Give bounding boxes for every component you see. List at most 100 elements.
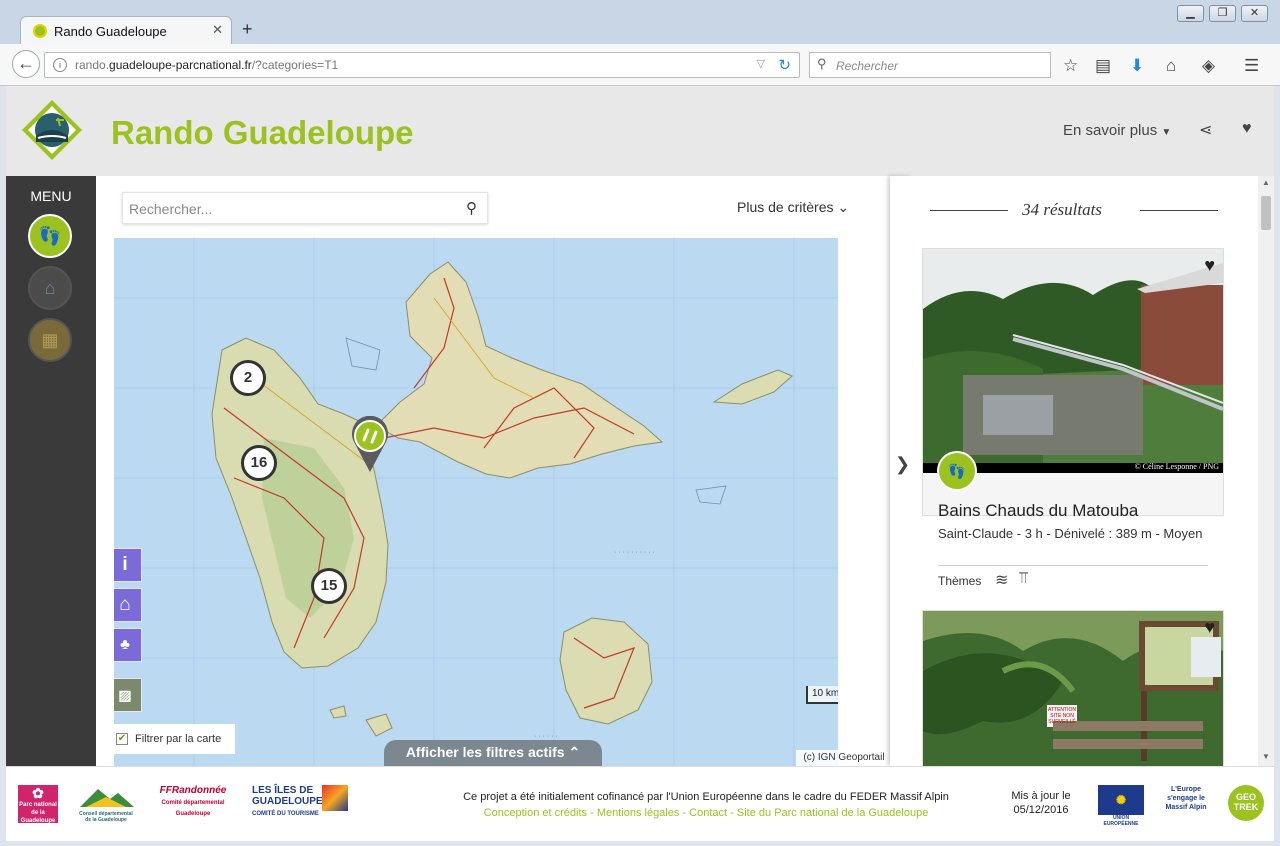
- browser-tab[interactable]: Rando Guadeloupe ✕: [20, 16, 232, 44]
- eu-logo-text: UNION EUROPÉENNE: [1103, 815, 1139, 827]
- photo-credit: © Céline Lesponne / PNG: [1134, 462, 1219, 471]
- warning-sign-text: ATTENTION SITE NON SURVEILLÉ: [1048, 707, 1076, 725]
- accommodation-layer-button[interactable]: ⌂: [114, 588, 142, 622]
- more-criteria-toggle[interactable]: Plus de critères ⌄: [737, 199, 849, 216]
- active-filters-label: Afficher les filtres actifs: [405, 744, 565, 760]
- more-info-dropdown[interactable]: En savoir plus ▼: [1063, 122, 1171, 139]
- favorite-heart-icon[interactable]: ♥: [1204, 617, 1215, 638]
- ffrandonnee-logo[interactable]: FFRandonnée Comité départemental Guadelou…: [152, 785, 234, 823]
- scroll-up-icon[interactable]: ▲: [1262, 178, 1270, 187]
- picnic-table-icon: ⫪: [1019, 570, 1029, 587]
- iles-de-guadeloupe-logo[interactable]: LES ÎLES DE GUADELOUPE COMITÉ DU TOURISME: [252, 785, 352, 823]
- info-icon[interactable]: i: [53, 58, 67, 72]
- favorite-heart-icon[interactable]: ♥: [1204, 255, 1215, 276]
- scrollbar-thumb[interactable]: [1261, 196, 1271, 230]
- house-icon: ⌂: [119, 594, 131, 615]
- scroll-down-icon[interactable]: ▼: [1262, 752, 1270, 761]
- picnic-layer-button[interactable]: ♣: [114, 628, 142, 662]
- map-search-input[interactable]: Rechercher... ⚲: [122, 192, 488, 224]
- trek-cluster-marker[interactable]: 16: [241, 445, 277, 481]
- filter-by-map-checkbox[interactable]: ✔ Filtrer par la carte: [114, 724, 235, 754]
- results-scrollbar[interactable]: ▲ ▼: [1258, 176, 1274, 766]
- bookmark-star-icon[interactable]: ☆: [1063, 56, 1078, 76]
- mountain-logo-icon: [80, 789, 134, 807]
- url-dropdown-icon[interactable]: ▽: [757, 57, 765, 70]
- tab-title: Rando Guadeloupe: [54, 24, 167, 39]
- iles-guadeloupe-text: LES ÎLES DE GUADELOUPE: [252, 785, 323, 807]
- trek-title[interactable]: Bains Chauds du Matouba: [938, 501, 1138, 521]
- new-tab-icon[interactable]: +: [242, 19, 253, 40]
- close-window-icon[interactable]: ✕: [1241, 5, 1268, 22]
- parc-national-logo[interactable]: ✿ Parc national de la Guadeloupe: [18, 785, 58, 824]
- checkmark-icon: ✔: [116, 733, 128, 745]
- trek-cluster-marker[interactable]: 2: [230, 360, 266, 396]
- house-icon: ⌂: [44, 278, 56, 298]
- home-icon[interactable]: ⌂: [1166, 56, 1176, 76]
- europe-engage-text: L'Europe s'engage le Massif Alpin: [1165, 786, 1207, 811]
- footer-update-info: Mis à jour le 05/12/2016: [996, 789, 1086, 817]
- download-icon[interactable]: ⬇: [1130, 56, 1144, 76]
- address-bar[interactable]: i rando.guadeloupe-parcnational.fr/?cate…: [44, 52, 800, 78]
- map-view[interactable]: · · · · · · · · · · · · · · · · 2 16 15 …: [114, 238, 838, 766]
- trek-photo[interactable]: © Céline Lesponne / PNG ♥: [923, 249, 1223, 473]
- poi-category-button[interactable]: ▦: [28, 318, 72, 362]
- chevron-right-icon[interactable]: ❯: [895, 454, 910, 475]
- panel-divider[interactable]: ❯: [890, 176, 912, 766]
- info-panel-button[interactable]: i: [114, 548, 142, 582]
- calendar-icon: ▦: [41, 330, 59, 350]
- info-icon: i: [122, 554, 128, 575]
- url-text: rando.guadeloupe-parcnational.fr/?catego…: [75, 58, 338, 72]
- hiking-category-button[interactable]: 👣: [28, 214, 72, 258]
- more-info-label: En savoir plus: [1063, 122, 1158, 139]
- site-header: Rando Guadeloupe En savoir plus ▼ ⋖ ♥: [6, 86, 1274, 176]
- favorites-heart-icon[interactable]: ♥: [1242, 120, 1252, 138]
- result-card[interactable]: ATTENTION SITE NON SURVEILLÉ ♥: [922, 610, 1224, 766]
- reading-list-icon[interactable]: ▤: [1095, 56, 1111, 76]
- site-logo-icon[interactable]: [20, 98, 84, 162]
- trek-pin-marker-icon[interactable]: [350, 416, 390, 474]
- maximize-icon[interactable]: ❐: [1209, 5, 1236, 22]
- europe-engage-logo[interactable]: L'Europe s'engage le Massif Alpin: [1160, 785, 1212, 823]
- hamburger-menu-icon[interactable]: ☰: [1244, 56, 1259, 76]
- trek-photo-image: [923, 249, 1223, 473]
- trek-info: Saint-Claude - 3 h - Dénivelé : 389 m - …: [938, 526, 1203, 541]
- tree-picnic-icon: ♣: [120, 636, 130, 653]
- conseil-departemental-logo[interactable]: Conseil départemental de la Guadeloupe: [76, 785, 136, 823]
- geotrek-logo[interactable]: GEO TREK: [1228, 785, 1264, 821]
- footer-link-contact[interactable]: Contact: [689, 807, 727, 819]
- back-button[interactable]: ←: [12, 50, 40, 78]
- sidebar-menu: MENU 👣 ⌂ ▦: [6, 176, 96, 766]
- footer-link-parc-site[interactable]: Site du Parc national de la Guadeloupe: [737, 807, 928, 819]
- hiking-badge-icon: 👣: [937, 451, 977, 491]
- map-tiles: · · · · · · · · · · · · · · · ·: [114, 238, 838, 766]
- active-filters-toggle[interactable]: Afficher les filtres actifs ⌃: [384, 740, 602, 766]
- trek-cluster-marker[interactable]: 15: [311, 568, 347, 604]
- footer-link-credits[interactable]: Conception et crédits: [484, 807, 587, 819]
- trek-photo[interactable]: ATTENTION SITE NON SURVEILLÉ ♥: [923, 611, 1223, 766]
- eu-flag-logo[interactable]: ✺ UNION EUROPÉENNE: [1098, 785, 1144, 827]
- reload-icon[interactable]: ↻: [778, 56, 791, 74]
- minimize-icon[interactable]: ▁: [1177, 5, 1204, 22]
- accommodation-category-button[interactable]: ⌂: [28, 266, 72, 310]
- divider-line: [1140, 210, 1218, 211]
- result-card[interactable]: © Céline Lesponne / PNG ♥ 👣 Bains Chauds…: [922, 248, 1224, 589]
- conseil-departemental-logo-text: Conseil départemental de la Guadeloupe: [79, 811, 133, 823]
- satellite-thumbnail-icon: ▨: [118, 687, 132, 703]
- close-tab-icon[interactable]: ✕: [212, 22, 223, 38]
- site-title[interactable]: Rando Guadeloupe: [111, 114, 414, 152]
- results-panel: 34 résultats © Céline Lesponne / PNG ♥ 👣…: [912, 176, 1256, 766]
- update-date: 05/12/2016: [1013, 804, 1069, 816]
- search-icon: ⚲: [817, 56, 827, 71]
- footer-link-legal[interactable]: Mentions légales: [597, 807, 680, 819]
- map-scale-bar: 10 km: [806, 686, 838, 704]
- card-divider: [938, 565, 1208, 566]
- browser-search-box[interactable]: ⚲ Rechercher: [809, 52, 1051, 78]
- satellite-layer-button[interactable]: ▨: [114, 678, 142, 712]
- footer-links: Conception et crédits - Mentions légales…: [446, 805, 966, 821]
- pocket-icon[interactable]: ◈: [1202, 56, 1215, 76]
- search-icon[interactable]: ⚲: [466, 199, 477, 217]
- share-icon[interactable]: ⋖: [1199, 120, 1212, 140]
- map-attribution[interactable]: (c) IGN Geoportail: [796, 750, 890, 766]
- browser-window: Rando Guadeloupe ✕ + ▁ ❐ ✕ ← i rando.gua…: [0, 0, 1280, 846]
- chevron-down-icon: ⌄: [837, 199, 850, 215]
